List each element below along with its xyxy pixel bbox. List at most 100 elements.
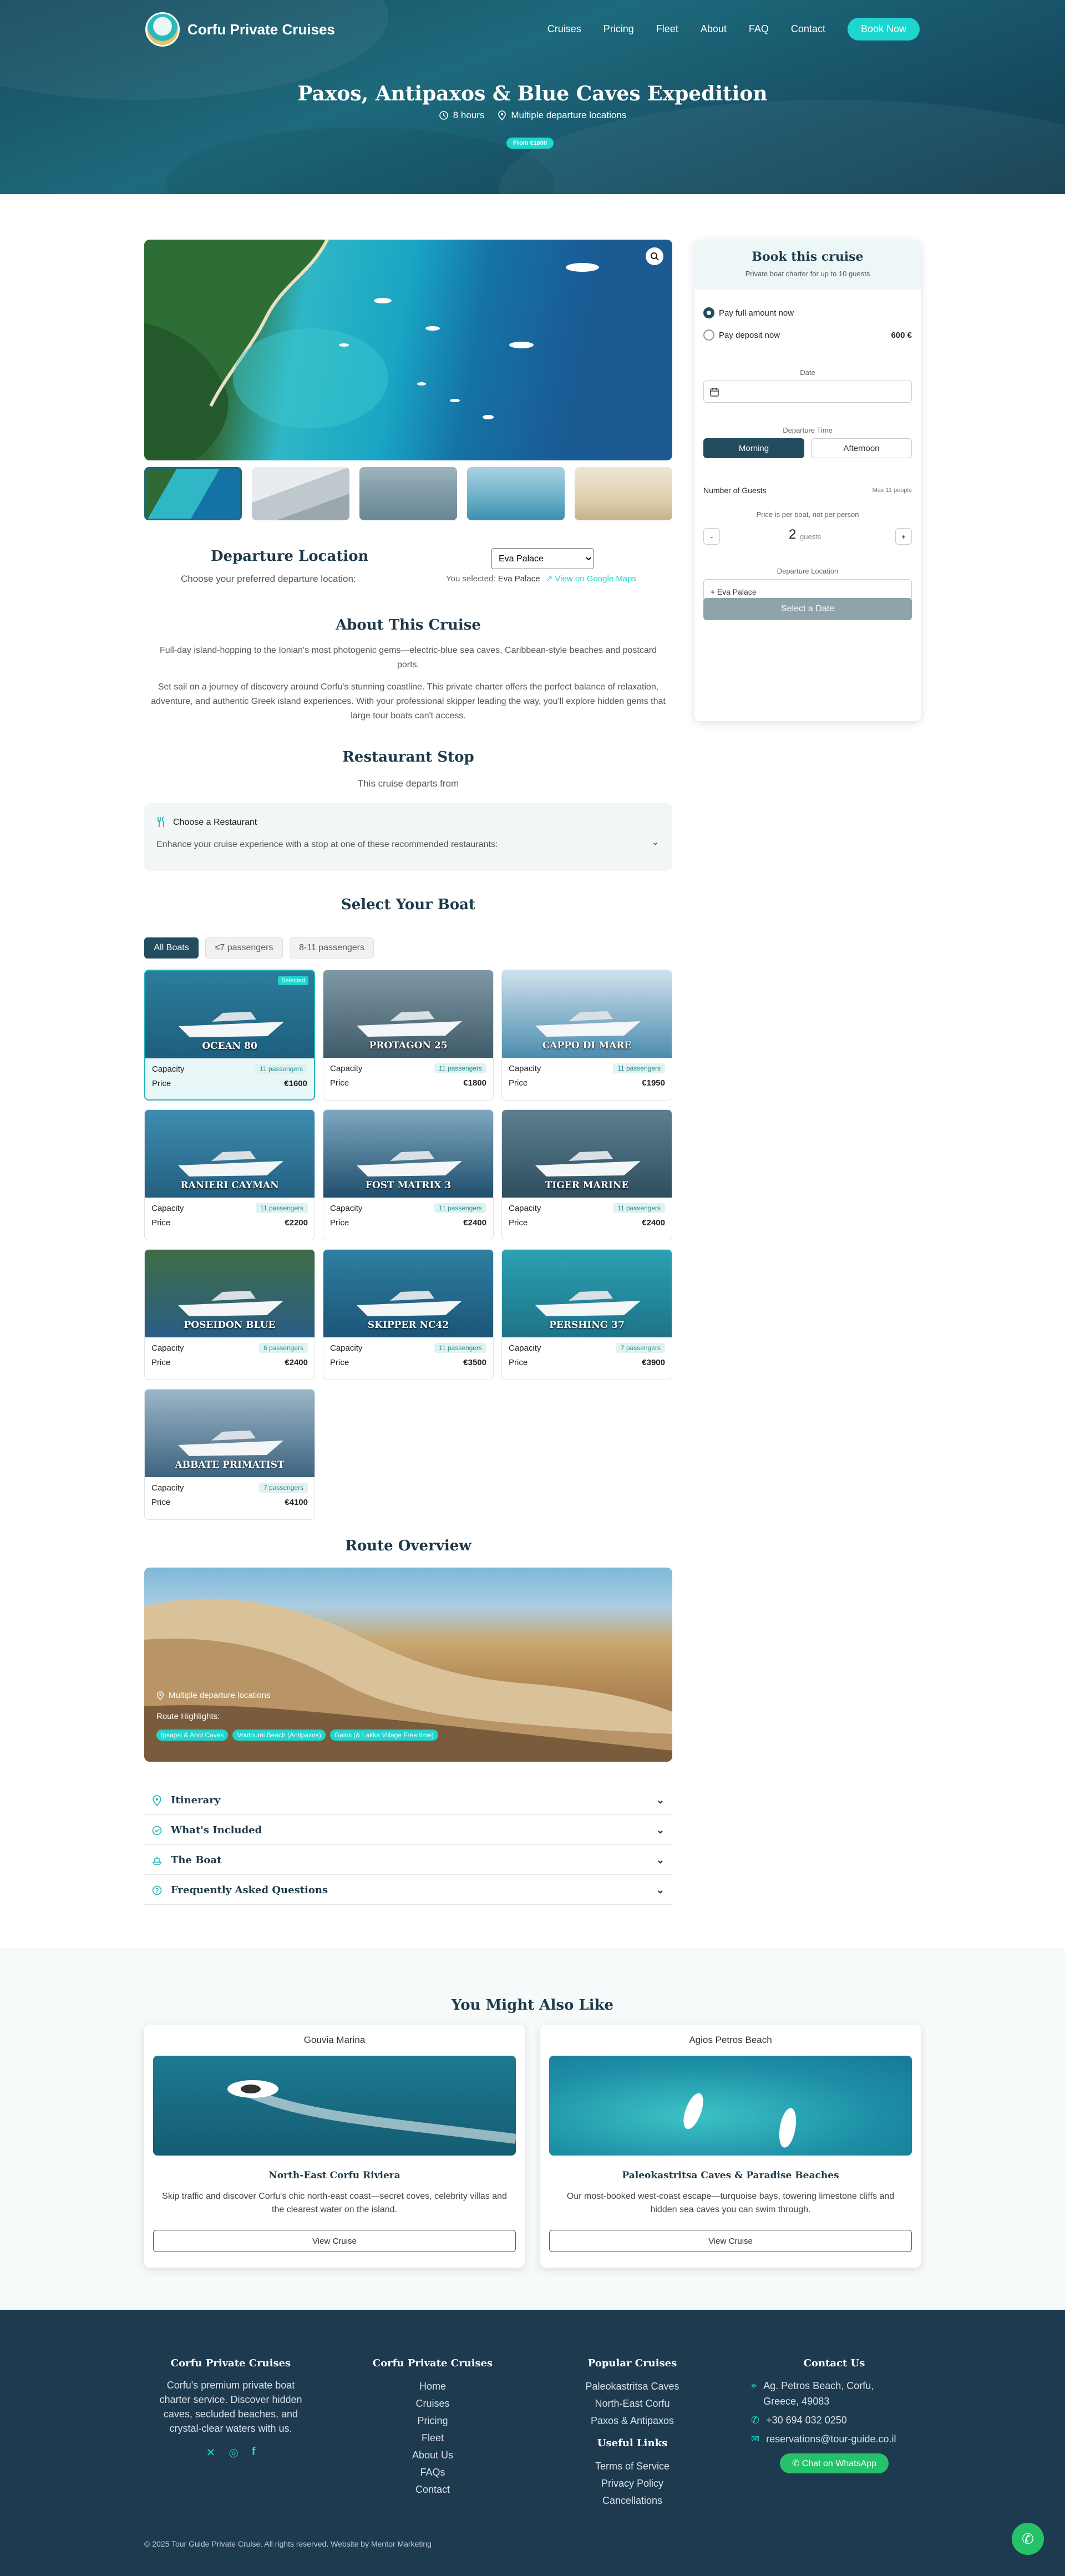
guests-minus-button[interactable]: - <box>703 528 720 545</box>
pay-deposit-label[interactable]: Pay deposit now <box>719 331 780 340</box>
date-input[interactable] <box>703 381 912 403</box>
boat-card[interactable]: RANIERI CAYMAN Capacity 11 passengers Price… <box>144 1109 315 1240</box>
boat-price-row: Price €1950 <box>502 1076 672 1090</box>
boat-card[interactable]: FOST MATRIX 3 Capacity 11 passengers Price €… <box>323 1109 494 1240</box>
footer-link-faqs[interactable]: FAQs <box>349 2464 516 2481</box>
boat-price: €1950 <box>642 1078 665 1088</box>
accordion-boat[interactable]: The Boat ⌄ <box>144 1846 672 1875</box>
capacity-label: Capacity <box>330 1203 363 1213</box>
accordion-faq[interactable]: Frequently Asked Questions ⌄ <box>144 1876 672 1905</box>
whatsapp-button[interactable]: ✆ Chat on WhatsApp <box>779 2453 889 2473</box>
afternoon-button[interactable]: Afternoon <box>811 438 912 458</box>
price-label: Price <box>509 1357 528 1367</box>
view-cruise-button[interactable]: View Cruise <box>549 2230 912 2252</box>
footer-links: Corfu Private Cruises Home Cruises Prici… <box>349 2357 516 2498</box>
select-date-button[interactable]: Select a Date <box>703 598 912 620</box>
footer-link-fleet[interactable]: Fleet <box>349 2430 516 2447</box>
about-lead: Full-day island-hopping to the Ionian's … <box>160 646 657 670</box>
boat-card[interactable]: TIGER MARINE Capacity 11 passengers Price €2… <box>501 1109 672 1240</box>
boat-price-row: Price €1600 <box>145 1076 314 1091</box>
x-twitter-icon[interactable]: ✕ <box>206 2446 216 2460</box>
guests-note: Price is per boat, not per person <box>756 510 859 519</box>
filter-large-boats[interactable]: 8-11 passengers <box>290 937 374 959</box>
book-now-button[interactable]: Book Now <box>847 18 920 40</box>
floating-whatsapp-button[interactable]: ✆ <box>1012 2523 1044 2555</box>
footer-link-about[interactable]: About Us <box>349 2447 516 2464</box>
nav-about[interactable]: About <box>701 23 727 35</box>
suggestion-card[interactable]: Agios Petros Beach Paleokastritsa Caves … <box>540 2025 921 2268</box>
departure-select[interactable]: Eva Palace <box>491 548 594 569</box>
morning-button[interactable]: Morning <box>703 438 804 458</box>
location-meta: Multiple departure locations <box>498 110 626 121</box>
suggestion-card[interactable]: Gouvia Marina North-East Corfu Riviera S… <box>144 2025 525 2268</box>
boat-card[interactable]: SKIPPER NC42 Capacity 11 passengers Price €3… <box>323 1249 494 1380</box>
boat-capacity-row: Capacity 7 passengers <box>502 1341 672 1355</box>
footer-popular-link[interactable]: Paxos & Antipaxos <box>549 2412 716 2430</box>
boat-price: €4100 <box>285 1497 308 1507</box>
view-cruise-button[interactable]: View Cruise <box>153 2230 516 2252</box>
map-pin-icon <box>153 1794 161 1806</box>
boat-card[interactable]: CAPPO DI MARE Capacity 11 passengers Price €… <box>501 970 672 1101</box>
pay-full-label[interactable]: Pay full amount now <box>719 308 794 318</box>
footer-popular-link[interactable]: North-East Corfu <box>549 2395 716 2412</box>
boat-photo: PERSHING 37 <box>502 1250 672 1337</box>
map-link[interactable]: ↗ View on Google Maps <box>546 574 636 584</box>
contact-phone[interactable]: ✆ +30 694 032 0250 <box>751 2412 917 2428</box>
nav-fleet[interactable]: Fleet <box>656 23 678 35</box>
footer-useful-link[interactable]: Privacy Policy <box>549 2475 716 2492</box>
boat-card[interactable]: ABBATE PRIMATIST Capacity 7 passengers Pric… <box>144 1389 315 1520</box>
footer-popular-link[interactable]: Paleokastritsa Caves <box>549 2378 716 2395</box>
contact-email[interactable]: ✉ reservations@tour-guide.co.il <box>751 2431 917 2447</box>
whatsapp-text: Chat on WhatsApp <box>802 2459 877 2468</box>
capacity-label: Capacity <box>330 1063 363 1073</box>
footer-useful-link[interactable]: Cancellations <box>549 2492 716 2509</box>
address-text: Ag. Petros Beach, Corfu, Greece, 49083 <box>763 2380 874 2407</box>
footer-link-pricing[interactable]: Pricing <box>349 2412 516 2430</box>
gallery-thumb[interactable] <box>252 467 349 520</box>
pay-deposit-radio[interactable] <box>703 329 714 341</box>
boat-name: FOST MATRIX 3 <box>365 1180 452 1191</box>
nav-cruises[interactable]: Cruises <box>547 23 581 35</box>
boat-card[interactable]: POSEIDON BLUE Capacity 6 passengers Price €2… <box>144 1249 315 1380</box>
zoom-button[interactable] <box>646 247 663 265</box>
instagram-icon[interactable]: ◎ <box>229 2446 238 2460</box>
capacity-label: Capacity <box>330 1343 363 1353</box>
facebook-icon[interactable]: f <box>252 2446 256 2460</box>
restaurant-box-title: Choose a Restaurant <box>173 818 257 827</box>
boat-card[interactable]: PERSHING 37 Capacity 7 passengers Price €390… <box>501 1249 672 1380</box>
footer-link-cruises[interactable]: Cruises <box>349 2395 516 2412</box>
capacity-label: Capacity <box>509 1203 541 1213</box>
nav-contact[interactable]: Contact <box>791 23 825 35</box>
gallery-thumb[interactable] <box>359 467 457 520</box>
boat-price-row: Price €3900 <box>502 1355 672 1370</box>
filter-small-boats[interactable]: ≤7 passengers <box>205 937 283 959</box>
gallery-thumb[interactable] <box>575 467 672 520</box>
boat-price-row: Price €1800 <box>323 1076 493 1090</box>
nav-faq[interactable]: FAQ <box>749 23 769 35</box>
brand-logo-link[interactable]: Corfu Private Cruises <box>145 12 335 47</box>
accordion-label: The Boat <box>171 1854 222 1866</box>
accordion-itinerary[interactable]: Itinerary ⌄ <box>144 1786 672 1815</box>
footer-useful-link[interactable]: Terms of Service <box>549 2458 716 2475</box>
footer-link-contact[interactable]: Contact <box>349 2481 516 2498</box>
gallery-thumb[interactable] <box>467 467 565 520</box>
price-label: Price <box>509 1078 528 1088</box>
footer-link-home[interactable]: Home <box>349 2378 516 2395</box>
pay-full-radio[interactable] <box>703 307 714 318</box>
boat-card[interactable]: Selected OCEAN 80 Capacity 11 passengers Pri… <box>144 970 315 1101</box>
about-title: About This Cruise <box>336 617 481 633</box>
cruise-main-photo[interactable] <box>144 240 672 460</box>
boat-photo: PROTAGON 25 <box>323 970 493 1058</box>
guests-plus-button[interactable]: + <box>895 528 912 545</box>
boat-card[interactable]: PROTAGON 25 Capacity 11 passengers Price €18… <box>323 970 494 1101</box>
route-location-text: Multiple departure locations <box>169 1691 271 1700</box>
filter-all-boats[interactable]: All Boats <box>144 937 199 959</box>
email-text: reservations@tour-guide.co.il <box>766 2433 896 2445</box>
nav-pricing[interactable]: Pricing <box>604 23 634 35</box>
accordion-included[interactable]: What's Included ⌄ <box>144 1816 672 1845</box>
footer-about-title: Corfu Private Cruises <box>170 2357 291 2369</box>
price-badge: From €1600 <box>506 138 554 149</box>
boat-price-row: Price €2400 <box>502 1215 672 1230</box>
gallery-thumb[interactable] <box>144 467 242 520</box>
restaurant-accordion[interactable]: Choose a Restaurant Enhance your cruise … <box>144 803 672 871</box>
